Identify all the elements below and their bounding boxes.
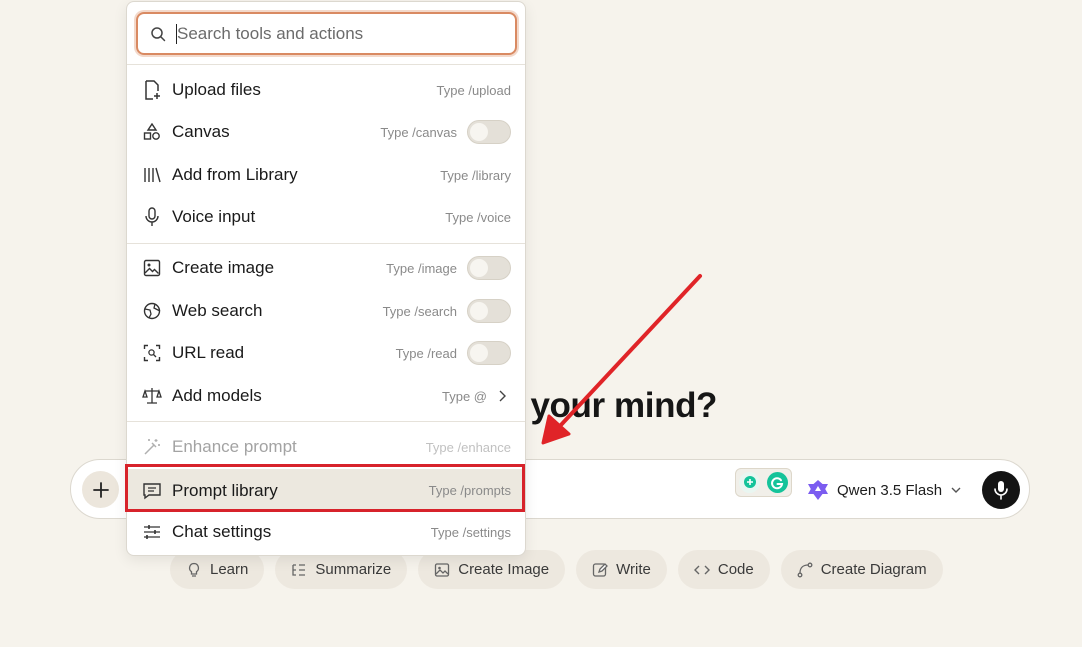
menu-item-upload-files[interactable]: Upload files Type /upload bbox=[127, 70, 525, 110]
grammarly-extension[interactable] bbox=[735, 468, 792, 497]
pencil-icon bbox=[592, 562, 609, 578]
chip-label: Summarize bbox=[315, 561, 392, 578]
scale-icon bbox=[142, 386, 162, 406]
menu-item-label: Create image bbox=[172, 258, 275, 277]
web-search-toggle[interactable] bbox=[467, 299, 511, 323]
menu-item-hint: Type /library bbox=[440, 167, 511, 183]
chevron-right-icon bbox=[497, 390, 507, 402]
library-icon bbox=[142, 165, 162, 185]
menu-divider bbox=[127, 64, 525, 65]
menu-item-add-models[interactable]: Add models Type @ bbox=[127, 376, 525, 416]
plus-icon bbox=[92, 481, 109, 498]
image-icon bbox=[142, 258, 162, 278]
model-selector[interactable]: Qwen 3.5 Flash bbox=[807, 478, 962, 502]
sliders-icon bbox=[142, 522, 162, 542]
url-read-toggle[interactable] bbox=[467, 341, 511, 365]
grammarly-icon[interactable] bbox=[766, 472, 788, 493]
menu-item-web-search[interactable]: Web search Type /search bbox=[127, 291, 525, 331]
chip-label: Code bbox=[717, 561, 754, 578]
menu-item-label: Add from Library bbox=[172, 165, 298, 184]
lightbulb-extension-icon[interactable] bbox=[739, 472, 761, 493]
menu-item-create-image[interactable]: Create image Type /image bbox=[127, 248, 525, 288]
menu-item-url-read[interactable]: URL read Type /read bbox=[127, 333, 525, 373]
voice-input-button[interactable] bbox=[982, 471, 1020, 509]
menu-item-label: Canvas bbox=[172, 122, 230, 141]
menu-item-hint: Type /search bbox=[382, 303, 457, 319]
annotation-highlight-box bbox=[125, 464, 525, 512]
menu-item-hint: Type /read bbox=[395, 345, 457, 361]
create-image-toggle[interactable] bbox=[467, 256, 511, 280]
chip-label: Learn bbox=[210, 561, 249, 578]
menu-item-hint: Type /settings bbox=[430, 524, 511, 540]
menu-item-hint: Type /enhance bbox=[425, 439, 511, 455]
menu-divider bbox=[127, 421, 525, 422]
file-upload-icon bbox=[142, 80, 162, 100]
search-box[interactable] bbox=[136, 12, 517, 55]
chip-label: Create Diagram bbox=[820, 561, 927, 578]
microphone-icon bbox=[142, 207, 162, 227]
menu-item-voice-input[interactable]: Voice input Type /voice bbox=[127, 197, 525, 237]
menu-divider bbox=[127, 243, 525, 244]
menu-item-hint: Type @ bbox=[442, 388, 487, 404]
chevron-down-icon bbox=[950, 484, 962, 496]
canvas-toggle[interactable] bbox=[467, 120, 511, 144]
url-scan-icon bbox=[142, 343, 162, 363]
code-icon bbox=[693, 562, 710, 578]
menu-item-chat-settings[interactable]: Chat settings Type /settings bbox=[127, 512, 525, 552]
chip-label: Create Image bbox=[458, 561, 550, 578]
menu-item-hint: Type /canvas bbox=[380, 124, 457, 140]
image-icon bbox=[434, 562, 450, 578]
globe-icon bbox=[142, 301, 162, 321]
diagram-icon bbox=[797, 562, 813, 578]
menu-item-label: Web search bbox=[172, 301, 263, 320]
lightbulb-icon bbox=[186, 562, 202, 578]
menu-item-hint: Type /upload bbox=[436, 82, 511, 98]
menu-item-hint: Type /voice bbox=[445, 209, 511, 225]
menu-item-add-from-library[interactable]: Add from Library Type /library bbox=[127, 155, 525, 195]
add-tools-button[interactable] bbox=[82, 471, 119, 508]
chip-label: Write bbox=[616, 561, 651, 578]
magic-wand-icon bbox=[142, 437, 162, 457]
model-name: Qwen 3.5 Flash bbox=[837, 481, 943, 499]
menu-item-label: URL read bbox=[172, 343, 245, 362]
menu-item-hint: Type /image bbox=[386, 260, 457, 276]
qwen-logo-icon bbox=[807, 479, 829, 501]
menu-item-enhance-prompt: Enhance prompt Type /enhance bbox=[127, 427, 525, 467]
menu-item-canvas[interactable]: Canvas Type /canvas bbox=[127, 112, 525, 152]
list-icon bbox=[291, 562, 307, 578]
menu-item-label: Enhance prompt bbox=[172, 437, 297, 456]
search-icon bbox=[150, 26, 166, 42]
menu-item-label: Chat settings bbox=[172, 522, 272, 541]
chip-create-diagram[interactable]: Create Diagram bbox=[780, 550, 943, 589]
chip-code[interactable]: Code bbox=[677, 550, 770, 589]
microphone-icon bbox=[993, 480, 1009, 500]
search-input[interactable] bbox=[177, 23, 497, 44]
menu-item-label: Add models bbox=[172, 386, 262, 405]
chip-write[interactable]: Write bbox=[576, 550, 667, 589]
menu-item-label: Upload files bbox=[172, 80, 261, 99]
shapes-icon bbox=[142, 122, 162, 142]
menu-item-label: Voice input bbox=[172, 207, 256, 226]
